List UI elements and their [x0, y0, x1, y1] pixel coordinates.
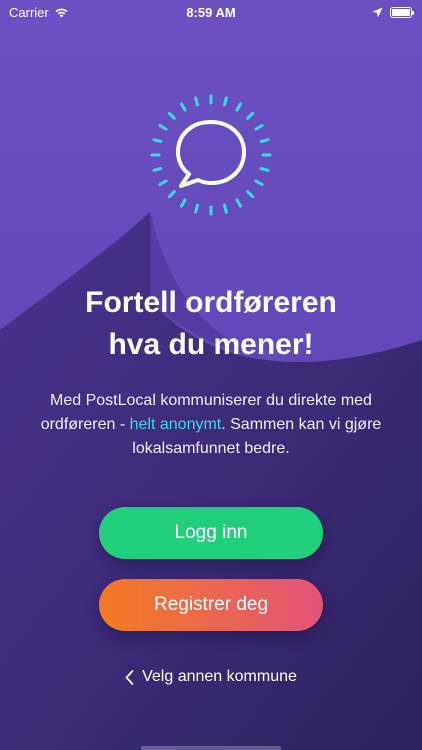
login-button-label: Logg inn	[174, 522, 248, 543]
speech-bubble-icon	[150, 94, 272, 216]
back-link-label: Velg annen kommune	[142, 668, 297, 685]
battery-icon	[390, 6, 414, 18]
description-highlight: helt anonymt	[129, 416, 222, 433]
register-button-label: Registrer deg	[153, 594, 269, 615]
title-line-1: Fortell ordføreren	[85, 286, 337, 319]
description-text: Med PostLocal kommuniserer du direkte me…	[40, 389, 382, 461]
register-button[interactable]: Registrer deg	[99, 579, 323, 631]
login-button[interactable]: Logg inn	[99, 507, 323, 559]
clock: 8:59 AM	[186, 4, 236, 20]
status-bar: Carrier 8:59 AM	[0, 0, 422, 24]
home-indicator	[141, 746, 281, 750]
title-line-2: hva du mener!	[108, 328, 314, 361]
page-title: Fortell ordføreren hva du mener!	[0, 282, 422, 366]
choose-other-municipality-link[interactable]: Velg annen kommune	[0, 668, 422, 686]
chevron-left-icon	[125, 669, 134, 685]
